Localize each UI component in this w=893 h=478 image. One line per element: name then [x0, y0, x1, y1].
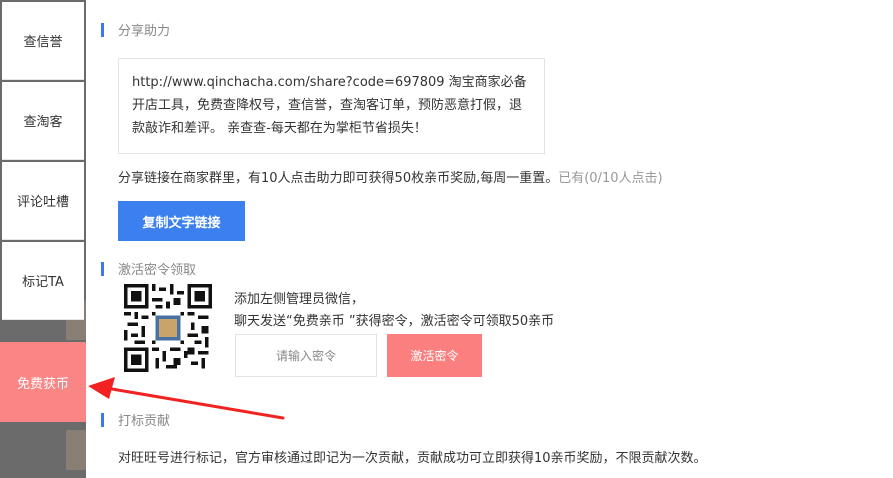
section-marker — [101, 261, 104, 276]
share-text-box[interactable]: http://www.qinchacha.com/share?code=6978… — [118, 58, 545, 154]
section-title-text: 分享助力 — [118, 24, 171, 39]
share-note: 分享链接在商家群里，有10人点击助力即可获得50枚亲币奖励,每周一重置。已有(0… — [118, 167, 663, 186]
contribution-text: 对旺旺号进行标记，官方审核通过即记为一次贡献，贡献成功可立即获得10亲币奖励，不… — [118, 451, 707, 466]
sidebar-item-label: 查淘客 — [23, 115, 63, 130]
section-title-contribution: 打标贡献 — [101, 410, 170, 429]
share-note-text: 分享链接在商家群里，有10人点击助力即可获得50枚亲币奖励,每周一重置。 — [118, 171, 559, 186]
activation-instructions: 添加左侧管理员微信， 聊天发送“免费亲币 ”获得密令，激活密令可领取50亲币 — [234, 289, 554, 333]
sidebar-item-comments[interactable]: 评论吐槽 — [2, 162, 84, 240]
section-title-share: 分享助力 — [101, 20, 170, 39]
activate-button[interactable]: 激活密令 — [387, 334, 482, 377]
sidebar-item-free-coins[interactable]: 免费获币 — [0, 342, 86, 422]
instruction-line: 聊天发送“免费亲币 ”获得密令，激活密令可领取50亲币 — [234, 314, 555, 329]
code-input[interactable] — [235, 334, 377, 377]
sidebar-item-label: 评论吐槽 — [16, 195, 69, 210]
instruction-line: 添加左侧管理员微信， — [234, 292, 365, 307]
copy-link-button[interactable]: 复制文字链接 — [118, 201, 245, 241]
section-title-text: 打标贡献 — [118, 414, 171, 429]
section-marker — [101, 22, 104, 37]
section-title-activation: 激活密令领取 — [101, 259, 196, 278]
sidebar-item-label: 免费获币 — [16, 376, 69, 392]
free-coins-panel: 分享助力 http://www.qinchacha.com/share?code… — [86, 0, 893, 478]
sidebar-item-check-credit[interactable]: 查信誉 — [2, 2, 84, 80]
sidebar-item-label: 标记TA — [22, 275, 64, 290]
share-progress: 已有(0/10人点击) — [558, 171, 663, 186]
section-marker — [101, 412, 104, 427]
sidebar-item-label: 查信誉 — [23, 35, 63, 50]
sidebar-item-mark[interactable]: 标记TA — [2, 242, 84, 320]
sidebar-item-check-taoke[interactable]: 查淘客 — [2, 82, 84, 160]
sidebar: 查信誉 查淘客 评论吐槽 标记TA 免费获币 — [0, 0, 86, 478]
section-title-text: 激活密令领取 — [118, 263, 197, 278]
qr-code — [124, 284, 212, 372]
